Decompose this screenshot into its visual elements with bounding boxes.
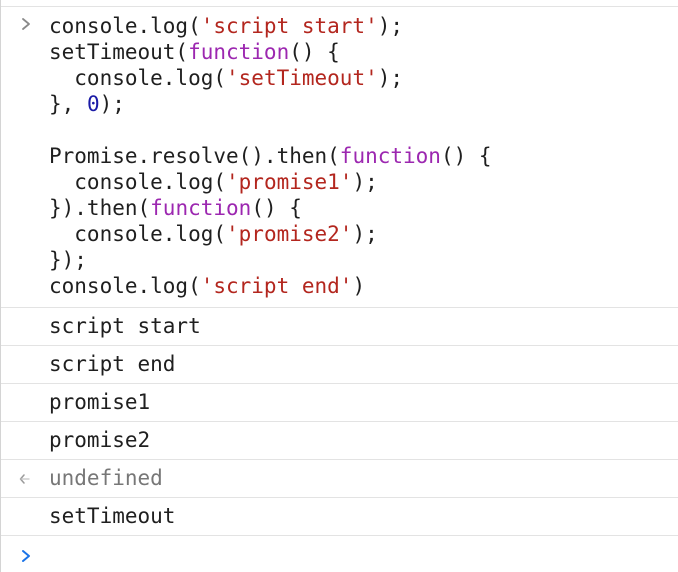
code-token: }); [49, 248, 87, 272]
code-token: function [339, 144, 441, 168]
code-token: ) [352, 274, 366, 298]
return-arrow-icon [19, 474, 30, 484]
console-log-row[interactable]: promise2 [1, 422, 678, 460]
code-token: 'promise2' [226, 222, 353, 246]
code-token: }, [49, 92, 87, 116]
log-message: script start [49, 314, 201, 338]
code-token: () { [440, 144, 492, 168]
console-prompt-row[interactable] [1, 536, 678, 572]
chevron-right-icon [22, 18, 30, 30]
code-line: console.log('script end') [1, 273, 678, 299]
code-line: console.log('promise1'); [1, 169, 678, 195]
code-line: console.log('setTimeout'); [1, 65, 678, 91]
console-log-row[interactable]: promise1 [1, 384, 678, 422]
code-line: }).then(function() { [1, 195, 678, 221]
devtools-console: console.log('script start'); setTimeout(f… [0, 0, 678, 572]
code-line: console.log('script start'); [1, 13, 678, 39]
code-block: console.log('script start'); setTimeout(f… [1, 13, 678, 299]
code-token: 'setTimeout' [226, 66, 378, 90]
code-token: }).then( [49, 196, 151, 220]
code-line: Promise.resolve().then(function() { [1, 143, 678, 169]
code-token: console.log( [49, 170, 227, 194]
log-message: promise2 [49, 428, 151, 452]
console-log-row[interactable]: script end [1, 346, 678, 384]
code-token: 0 [86, 92, 100, 116]
chevron-right-icon [22, 550, 30, 562]
code-token: () { [251, 196, 302, 220]
code-token: () { [289, 40, 340, 64]
code-token: console.log( [49, 274, 201, 298]
console-input-entry[interactable]: console.log('script start'); setTimeout(f… [1, 7, 678, 308]
code-token: console.log( [49, 14, 201, 38]
log-message: promise1 [49, 390, 151, 414]
code-token: console.log( [49, 66, 227, 90]
console-log-row[interactable]: script start [1, 308, 678, 346]
code-token: ); [377, 66, 404, 90]
console-result-row[interactable]: undefined [1, 460, 678, 498]
code-token: 'script start' [200, 14, 378, 38]
code-token: ); [352, 170, 378, 194]
code-line: setTimeout(function() { [1, 39, 678, 65]
log-message: setTimeout [49, 504, 176, 528]
code-line: }, 0); [1, 91, 678, 117]
code-token: function [150, 196, 252, 220]
code-token: Promise.resolve().then( [49, 144, 340, 168]
code-token: console.log( [49, 222, 227, 246]
code-token: function [188, 40, 290, 64]
code-token: ); [377, 14, 404, 38]
console-log-row[interactable]: setTimeout [1, 498, 678, 536]
console-output-list: script start script end promise1 promise2 un… [1, 308, 678, 536]
console-prompt-input[interactable] [49, 540, 668, 572]
result-value: undefined [49, 466, 163, 490]
code-token: ); [99, 92, 125, 116]
code-token: setTimeout( [49, 40, 189, 64]
log-message: script end [49, 352, 176, 376]
code-line: console.log('promise2'); [1, 221, 678, 247]
code-token: ); [352, 222, 378, 246]
code-token: 'promise1' [226, 170, 353, 194]
code-line: }); [1, 247, 678, 273]
console-top-edge [1, 0, 678, 7]
code-token: 'script end' [200, 274, 353, 298]
